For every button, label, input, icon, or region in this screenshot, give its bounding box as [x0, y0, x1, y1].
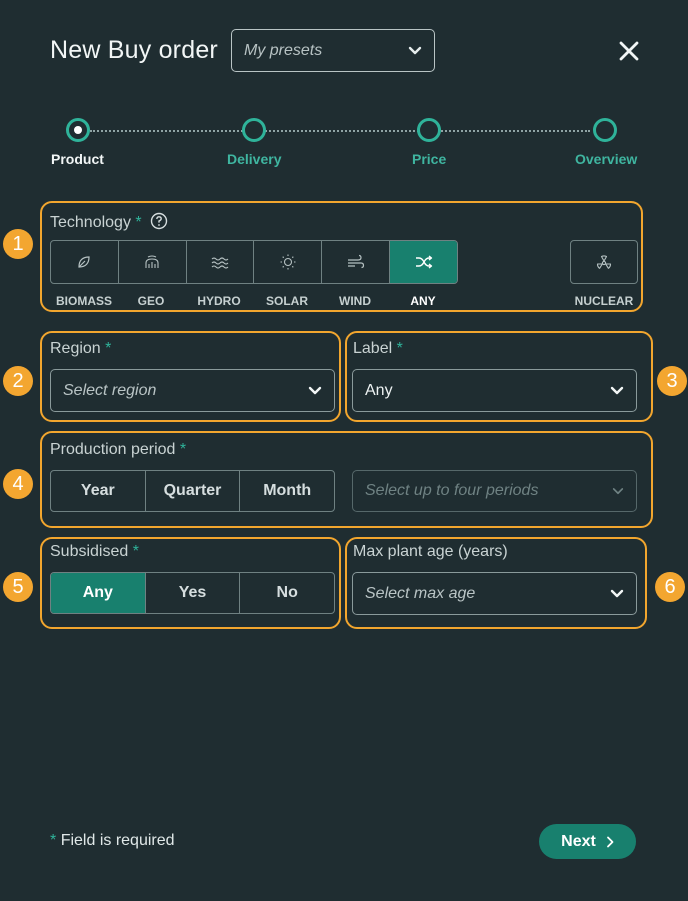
technology-name-hydro: HYDRO: [197, 294, 241, 308]
technology-name-any: ANY: [410, 294, 436, 308]
next-button[interactable]: Next: [539, 824, 636, 859]
technology-name-biomass: BIOMASS: [55, 294, 112, 308]
subsidised-segmented: Any Yes No: [50, 572, 335, 614]
required-note-text: Field is required: [60, 832, 175, 849]
step-label-delivery[interactable]: Delivery: [227, 151, 281, 167]
required-mark: *: [105, 340, 112, 357]
period-quarter-button[interactable]: Quarter: [146, 471, 241, 511]
subsidised-any-button[interactable]: Any: [51, 573, 146, 613]
production-period-segmented: Year Quarter Month: [50, 470, 335, 512]
max-plant-age-select[interactable]: Select max age: [352, 572, 637, 615]
close-icon: [619, 41, 639, 61]
step-dot-product[interactable]: [66, 118, 90, 142]
technology-button-group: [50, 240, 458, 284]
label-value: Any: [365, 381, 393, 399]
production-period-label: Production period *: [50, 441, 186, 459]
geothermal-icon: [145, 255, 159, 268]
technology-label-text: Technology: [50, 214, 131, 231]
technology-name-solar: SOLAR: [266, 294, 308, 308]
radiation-icon: [596, 255, 612, 269]
shuffle-icon: [415, 255, 432, 269]
label-select[interactable]: Any: [352, 369, 637, 412]
dialog-title: New Buy order: [50, 36, 218, 64]
close-button[interactable]: [612, 34, 646, 68]
technology-name-nuclear: NUCLEAR: [574, 294, 634, 308]
technology-label: Technology *: [50, 212, 168, 232]
technology-geo-button[interactable]: [119, 241, 187, 283]
technology-biomass-button[interactable]: [51, 241, 119, 283]
required-mark: *: [396, 340, 403, 357]
periods-placeholder: Select up to four periods: [365, 482, 539, 499]
annotation-badge-5: 5: [3, 572, 33, 602]
waves-icon: [211, 257, 229, 269]
required-mark: *: [132, 543, 139, 560]
step-dot-delivery[interactable]: [242, 118, 266, 142]
region-select[interactable]: Select region: [50, 369, 335, 412]
technology-wind-button[interactable]: [322, 241, 391, 283]
annotation-badge-1: 1: [3, 229, 33, 259]
presets-dropdown[interactable]: My presets: [231, 29, 435, 72]
required-mark: *: [179, 441, 187, 458]
chevron-down-icon: [612, 487, 624, 494]
chevron-right-icon: [606, 836, 614, 847]
required-mark: *: [50, 832, 57, 849]
technology-any-button[interactable]: [390, 241, 457, 283]
stepper-line: [90, 130, 590, 132]
label-field-label-text: Label: [353, 340, 393, 357]
annotation-badge-6: 6: [655, 572, 685, 602]
wind-icon: [347, 254, 364, 269]
chevron-down-icon: [408, 46, 422, 54]
subsidised-label-text: Subsidised: [50, 543, 129, 560]
period-year-button[interactable]: Year: [51, 471, 146, 511]
period-month-button[interactable]: Month: [240, 471, 334, 511]
chevron-down-icon: [610, 386, 624, 394]
step-label-price[interactable]: Price: [412, 151, 446, 167]
chevron-down-icon: [308, 386, 322, 394]
annotation-badge-2: 2: [3, 366, 33, 396]
technology-name-geo: GEO: [137, 294, 165, 308]
step-dot-overview[interactable]: [593, 118, 617, 142]
technology-nuclear-button[interactable]: [570, 240, 638, 284]
subsidised-no-button[interactable]: No: [240, 573, 334, 613]
production-period-label-text: Production period: [50, 441, 176, 458]
required-mark: *: [135, 214, 142, 231]
region-label: Region *: [50, 340, 111, 358]
next-button-label: Next: [561, 832, 596, 850]
technology-solar-button[interactable]: [254, 241, 323, 283]
annotation-badge-3: 3: [657, 366, 687, 396]
presets-placeholder: My presets: [244, 41, 323, 59]
subsidised-yes-button[interactable]: Yes: [146, 573, 241, 613]
step-label-product[interactable]: Product: [51, 151, 104, 167]
step-label-overview[interactable]: Overview: [575, 151, 637, 167]
max-plant-age-placeholder: Select max age: [365, 584, 476, 602]
step-dot-price[interactable]: [417, 118, 441, 142]
leaf-icon: [78, 256, 91, 268]
region-placeholder: Select region: [63, 381, 157, 399]
help-icon[interactable]: [150, 212, 168, 230]
subsidised-label: Subsidised *: [50, 543, 139, 561]
annotation-badge-4: 4: [3, 469, 33, 499]
technology-name-wind: WIND: [339, 294, 371, 308]
required-note: * Field is required: [50, 832, 175, 850]
max-plant-age-label: Max plant age (years): [353, 543, 508, 560]
sun-icon: [280, 254, 296, 270]
region-label-text: Region: [50, 340, 101, 357]
periods-select[interactable]: Select up to four periods: [352, 470, 637, 512]
label-field-label: Label *: [353, 340, 403, 358]
chevron-down-icon: [610, 589, 624, 597]
technology-hydro-button[interactable]: [187, 241, 255, 283]
